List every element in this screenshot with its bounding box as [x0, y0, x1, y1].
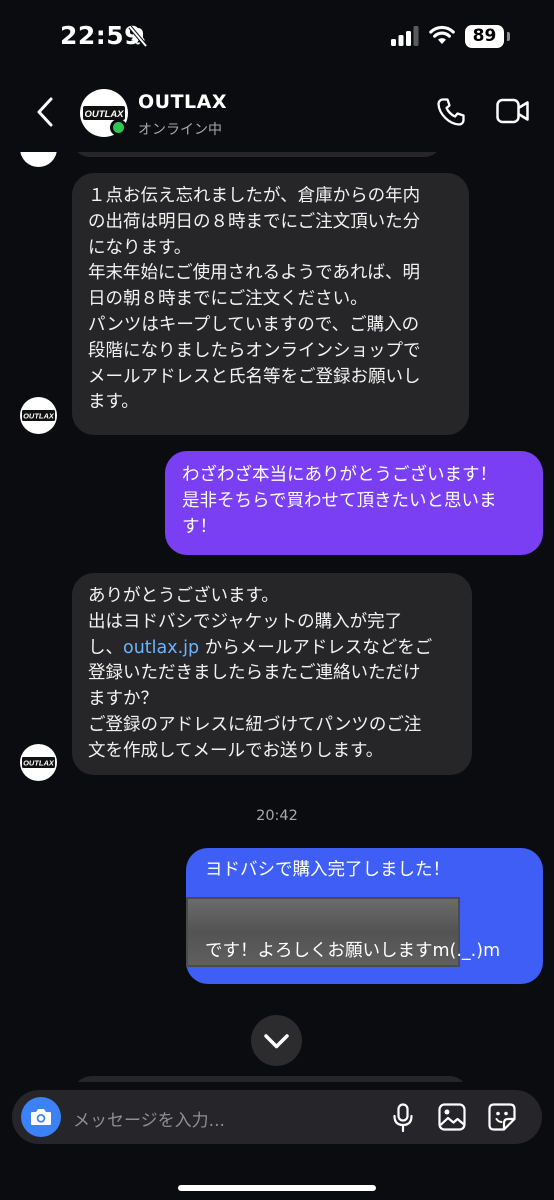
message-text-line: 文を作成してメールでお送りします。 [88, 740, 384, 761]
camera-button[interactable] [21, 1097, 61, 1137]
message-text-line: 年末年始にご使用されるようであれば、明 [88, 263, 420, 284]
incoming-message[interactable]: ありがとうございます。 出はヨドバシでジャケットの購入が完了 し、outlax.… [72, 573, 472, 775]
message-text-line: １点お伝え忘れましたが、倉庫からの年内 [88, 186, 421, 206]
sticker-icon[interactable] [488, 1103, 516, 1135]
message-text-line: 段階になりましたらオンラインショップで [88, 340, 421, 361]
contact-name[interactable]: OUTLAX [138, 91, 227, 113]
message-text-line: わざわざ本当にありがとうございます！ [182, 465, 497, 485]
message-text-line: 出はヨドバシでジャケットの購入が完了 [88, 611, 403, 632]
message-text-line: ますか？ [88, 689, 158, 710]
sender-avatar[interactable]: OUTLAX [20, 744, 57, 781]
video-call-icon[interactable] [496, 98, 530, 128]
outlax-logo-icon: OUTLAX [22, 757, 55, 768]
home-indicator [178, 1185, 376, 1191]
outgoing-message[interactable]: ヨドバシで購入完了しました！ です！よろしくお願いしますm(._.)m [186, 848, 543, 984]
sender-avatar[interactable]: OUTLAX [20, 397, 57, 434]
message-bubble-partial-bottom [72, 1076, 469, 1082]
message-link[interactable]: outlax.jp [123, 638, 199, 658]
message-composer[interactable]: メッセージを入力... [12, 1090, 542, 1144]
sender-avatar [20, 152, 57, 167]
message-text: し、 [88, 637, 123, 658]
outlax-logo-icon: OUTLAX [22, 410, 55, 421]
message-text-line: す！ [182, 516, 217, 537]
message-text-line: です！よろしくお願いしますm(._.)m [205, 941, 501, 961]
wifi-icon [429, 24, 455, 50]
message-text-line: ます。 [88, 392, 139, 413]
cellular-signal-icon [391, 26, 419, 50]
message-input[interactable]: メッセージを入力... [73, 1106, 225, 1131]
message-bubble-partial-top [72, 152, 442, 157]
message-text-line: ご登録のアドレスに紐づけてパンツのご注 [88, 714, 422, 735]
message-text-line: ありがとうございます。 [88, 586, 279, 606]
back-chevron-icon[interactable] [34, 96, 56, 132]
online-indicator [110, 119, 127, 136]
svg-text:OUTLAX: OUTLAX [23, 412, 55, 421]
message-text-line: 是非そちらで買わせて頂きたいと思いま [182, 490, 497, 511]
message-text: からメールアドレスなどをご [199, 637, 433, 658]
battery-level: 89 [465, 25, 504, 48]
incoming-message[interactable]: １点お伝え忘れましたが、倉庫からの年内 の出荷は明日の８時までにご注文頂いた分 … [72, 173, 469, 435]
chat-header: OUTLAX OUTLAX オンライン中 [0, 70, 554, 152]
message-text-line: パンツはキープしていますので、ご購入の [88, 314, 420, 335]
microphone-icon[interactable] [392, 1103, 414, 1137]
contact-status: オンライン中 [138, 122, 222, 138]
scroll-to-bottom-button[interactable] [251, 1015, 302, 1066]
outgoing-message[interactable]: わざわざ本当にありがとうございます！ 是非そちらで買わせて頂きたいと思いま す！ [165, 451, 543, 555]
battery-tip [507, 32, 510, 41]
message-text-line: の出荷は明日の８時までにご注文頂いた分 [88, 211, 421, 232]
silent-bell-icon [128, 25, 148, 52]
gallery-icon[interactable] [438, 1103, 466, 1135]
message-list[interactable]: １点お伝え忘れましたが、倉庫からの年内 の出荷は明日の８時までにご注文頂いた分 … [0, 152, 554, 1082]
message-text-line: ヨドバシで購入完了しました！ [205, 860, 450, 880]
message-text-line: メールアドレスと氏名等をご登録お願いし [88, 366, 421, 387]
message-text-line: 日の朝８時までにご注文ください。 [88, 289, 368, 310]
message-text-line-with-link: し、outlax.jp からメールアドレスなどをご [88, 636, 456, 662]
phone-call-icon[interactable] [436, 97, 466, 131]
camera-icon [31, 1109, 51, 1125]
svg-text:OUTLAX: OUTLAX [23, 759, 55, 768]
message-timestamp: 20:42 [256, 808, 298, 824]
chevron-down-icon [264, 1034, 289, 1049]
message-text-line: になります。 [88, 237, 192, 258]
status-bar: 22:59 89 [0, 0, 554, 70]
message-text-line: 登録いただきましたらまたご連絡いただけ [88, 663, 421, 684]
